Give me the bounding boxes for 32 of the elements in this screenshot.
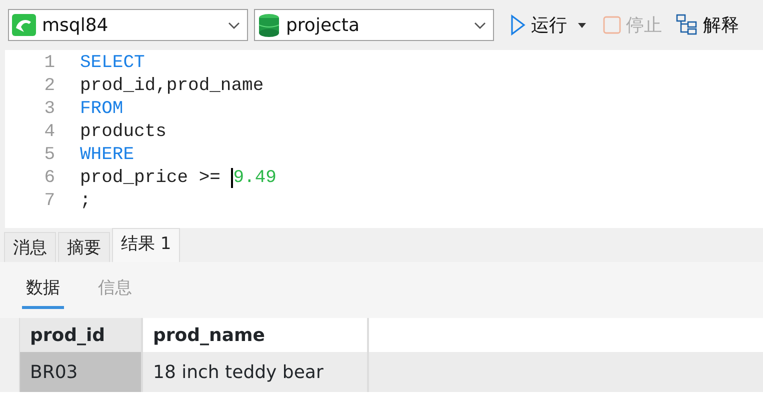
caret-icon[interactable] [577,21,587,29]
line-number: 5 [44,145,55,165]
run-button[interactable]: 运行 [506,12,571,38]
play-icon [510,14,526,36]
result-tab[interactable]: 结果 1 [112,228,180,262]
table-cell[interactable]: 18 inch teddy bear [143,352,369,392]
line-number: 7 [44,191,55,211]
line-number: 3 [44,99,55,119]
column-header[interactable]: prod_id [20,318,143,352]
code-line: ; [80,190,92,213]
code-line: products [80,121,168,144]
line-number: 4 [44,122,55,142]
database-select[interactable]: projecta [254,9,494,41]
code-line: FROM [80,98,124,121]
code-line: prod_id,prod_name [80,75,265,98]
line-number: 6 [44,168,55,188]
connection-select[interactable]: msql84 [8,9,248,41]
code-line: SELECT [80,52,146,75]
table-cell[interactable]: BR03 [20,352,143,392]
result-tab[interactable]: 消息 [4,232,56,262]
code-line: prod_price >= 9.49 [80,167,276,190]
line-number: 1 [44,53,55,73]
database-icon [258,13,280,37]
result-tab[interactable]: 摘要 [58,232,110,262]
explain-button[interactable]: 解释 [672,12,743,38]
code-line: WHERE [80,144,136,167]
chevron-down-icon [473,20,487,30]
view-tab[interactable]: 数据 [22,276,64,309]
stop-icon [603,16,621,34]
chevron-down-icon [227,20,241,30]
line-number: 2 [44,76,55,96]
diagram-icon [676,14,698,36]
